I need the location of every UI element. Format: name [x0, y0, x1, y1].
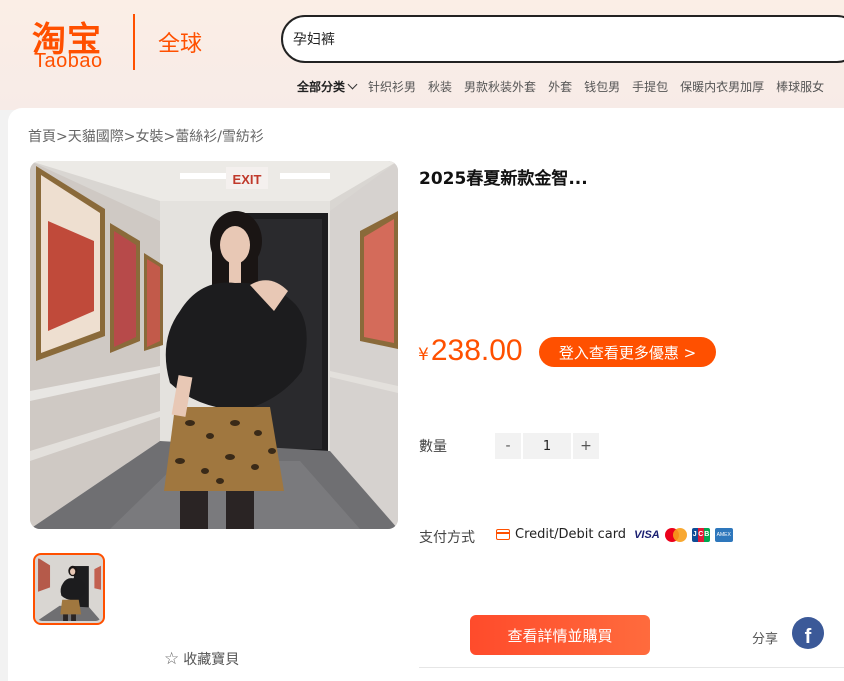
- increment-button[interactable]: +: [573, 433, 599, 459]
- decrement-button[interactable]: -: [495, 433, 521, 459]
- quantity-input[interactable]: 1: [523, 433, 571, 459]
- category-link[interactable]: 男款秋装外套: [464, 78, 536, 95]
- logo-english: Taobao: [34, 50, 103, 72]
- share-label: 分享: [752, 632, 779, 647]
- svg-text:EXIT: EXIT: [233, 172, 262, 187]
- product-main-image[interactable]: EXIT: [30, 161, 398, 529]
- breadcrumb-item[interactable]: 首頁: [28, 129, 56, 145]
- product-title: 2025春夏新款金智...: [419, 169, 588, 189]
- breadcrumb-separator: >: [56, 129, 68, 145]
- facebook-share-icon[interactable]: f: [792, 617, 824, 649]
- category-link[interactable]: 保暖内衣男加厚: [680, 78, 764, 95]
- category-link[interactable]: 钱包男: [584, 78, 620, 95]
- credit-card-icon: [496, 529, 510, 540]
- quantity-stepper: - 1 +: [495, 433, 599, 459]
- view-details-buy-button[interactable]: 查看詳情並購買: [470, 615, 650, 655]
- breadcrumb-item[interactable]: 女裝: [135, 129, 163, 145]
- breadcrumb-item[interactable]: 蕾絲衫/雪紡衫: [175, 129, 264, 145]
- category-link[interactable]: 手提包: [632, 78, 668, 95]
- category-link[interactable]: 棒球服女: [776, 78, 824, 95]
- category-nav: 全部分类 针织衫男 秋装 男款秋装外套 外套 钱包男 手提包 保暖内衣男加厚 棒…: [297, 76, 836, 96]
- star-icon: ☆: [164, 649, 180, 669]
- category-link[interactable]: 针织衫男: [368, 78, 416, 95]
- divider: [419, 667, 844, 668]
- all-categories-dropdown[interactable]: 全部分类: [297, 78, 358, 95]
- payment-method-text: Credit/Debit card: [515, 527, 627, 542]
- breadcrumb: 首頁>天貓國際>女裝>蕾絲衫/雪紡衫: [28, 126, 264, 146]
- price-value: 238.00: [430, 334, 523, 367]
- favorite-label: 收藏寶貝: [183, 652, 240, 668]
- payment-label: 支付方式: [419, 530, 475, 546]
- all-categories-label: 全部分类: [297, 79, 346, 94]
- favorite-button[interactable]: ☆ 收藏寶貝: [164, 649, 239, 669]
- search-input[interactable]: [293, 27, 833, 51]
- quantity-label: 數量: [419, 439, 447, 455]
- currency-symbol: ¥: [418, 345, 429, 365]
- login-promo-button[interactable]: 登入查看更多優惠 >: [539, 337, 716, 367]
- product-thumbnail[interactable]: [33, 553, 105, 625]
- amex-logo-icon: AMEX: [714, 527, 733, 542]
- product-panel: 首頁>天貓國際>女裝>蕾絲衫/雪紡衫 EXIT ☆ 收藏寶貝 2025春夏新款金…: [8, 108, 844, 681]
- region-label: 全球: [158, 32, 203, 57]
- chevron-down-icon: [347, 79, 358, 89]
- product-price: ¥ 238.00: [418, 334, 523, 368]
- jcb-logo-icon: J C B: [691, 527, 710, 542]
- breadcrumb-item[interactable]: 天貓國際: [68, 129, 124, 145]
- category-link[interactable]: 秋装: [428, 78, 452, 95]
- breadcrumb-separator: >: [123, 129, 136, 145]
- breadcrumb-separator: >: [163, 129, 176, 145]
- search-bar[interactable]: [281, 15, 844, 63]
- visa-logo-icon: VISA: [634, 528, 660, 541]
- taobao-logo[interactable]: 淘宝 Taobao 全球: [30, 12, 220, 72]
- card-logos: VISA J C B AMEX: [634, 527, 733, 542]
- payment-methods: Credit/Debit card VISA J C B AMEX: [496, 527, 733, 542]
- logo-divider: [133, 14, 135, 70]
- category-link[interactable]: 外套: [548, 78, 572, 95]
- mastercard-logo-icon: [664, 527, 687, 542]
